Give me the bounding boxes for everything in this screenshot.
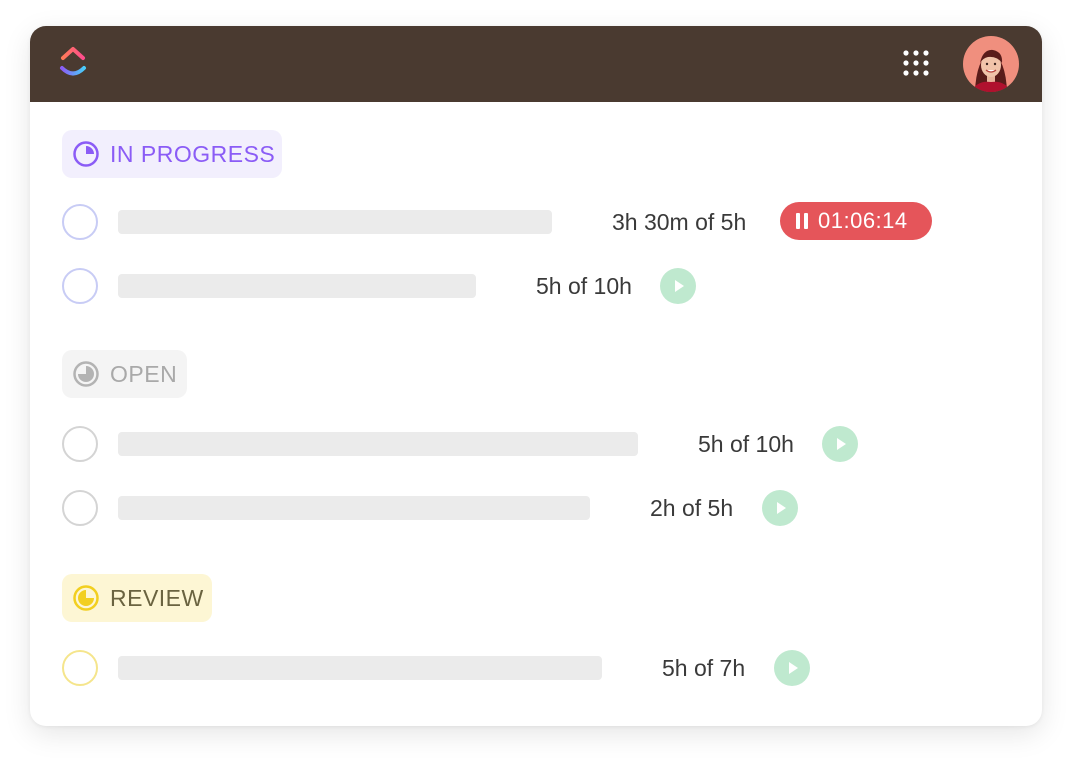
time-estimate: 2h of 5h [650, 495, 734, 521]
time-estimate: 5h of 7h [662, 655, 746, 681]
task-row: 3h 30m of 5h 01:06:14 [62, 202, 1012, 242]
status-label: IN PROGRESS [110, 140, 276, 167]
start-timer-button[interactable] [822, 426, 858, 462]
user-avatar[interactable] [963, 36, 1019, 92]
task-title-placeholder[interactable] [118, 210, 552, 234]
status-group-open[interactable]: OPEN [62, 350, 187, 398]
play-icon [777, 502, 786, 514]
task-row: 5h of 7h [62, 648, 1012, 688]
start-timer-button[interactable] [774, 650, 810, 686]
time-tracking-window: IN PROGRESS 3h 30m of 5h 01:06:14 5h of … [30, 26, 1042, 726]
task-title-placeholder[interactable] [118, 274, 476, 298]
time-estimate: 5h of 10h [536, 273, 632, 299]
play-icon [789, 662, 798, 674]
time-estimate: 5h of 10h [698, 431, 794, 457]
play-icon [675, 280, 684, 292]
task-checkbox[interactable] [62, 204, 98, 240]
task-row: 5h of 10h [62, 424, 1012, 464]
running-timer-button[interactable]: 01:06:14 [780, 202, 932, 240]
pause-icon [796, 213, 808, 229]
top-bar [30, 26, 1042, 102]
grid-icon[interactable] [902, 49, 930, 77]
task-title-placeholder[interactable] [118, 432, 638, 456]
play-icon [837, 438, 846, 450]
time-estimate: 3h 30m of 5h [612, 209, 747, 235]
task-checkbox[interactable] [62, 426, 98, 462]
task-checkbox[interactable] [62, 268, 98, 304]
clickup-logo-icon[interactable] [58, 43, 88, 81]
task-row: 2h of 5h [62, 488, 1012, 528]
review-status-icon [73, 585, 99, 611]
task-title-placeholder[interactable] [118, 496, 590, 520]
timer-value: 01:06:14 [818, 208, 908, 233]
status-group-in-progress[interactable]: IN PROGRESS [62, 130, 282, 178]
start-timer-button[interactable] [762, 490, 798, 526]
task-checkbox[interactable] [62, 650, 98, 686]
task-row: 5h of 10h [62, 266, 1012, 306]
in-progress-status-icon [73, 141, 99, 167]
task-checkbox[interactable] [62, 490, 98, 526]
status-label: REVIEW [110, 584, 204, 611]
task-title-placeholder[interactable] [118, 656, 602, 680]
open-status-icon [73, 361, 99, 387]
status-group-review[interactable]: REVIEW [62, 574, 212, 622]
start-timer-button[interactable] [660, 268, 696, 304]
status-label: OPEN [110, 360, 178, 387]
